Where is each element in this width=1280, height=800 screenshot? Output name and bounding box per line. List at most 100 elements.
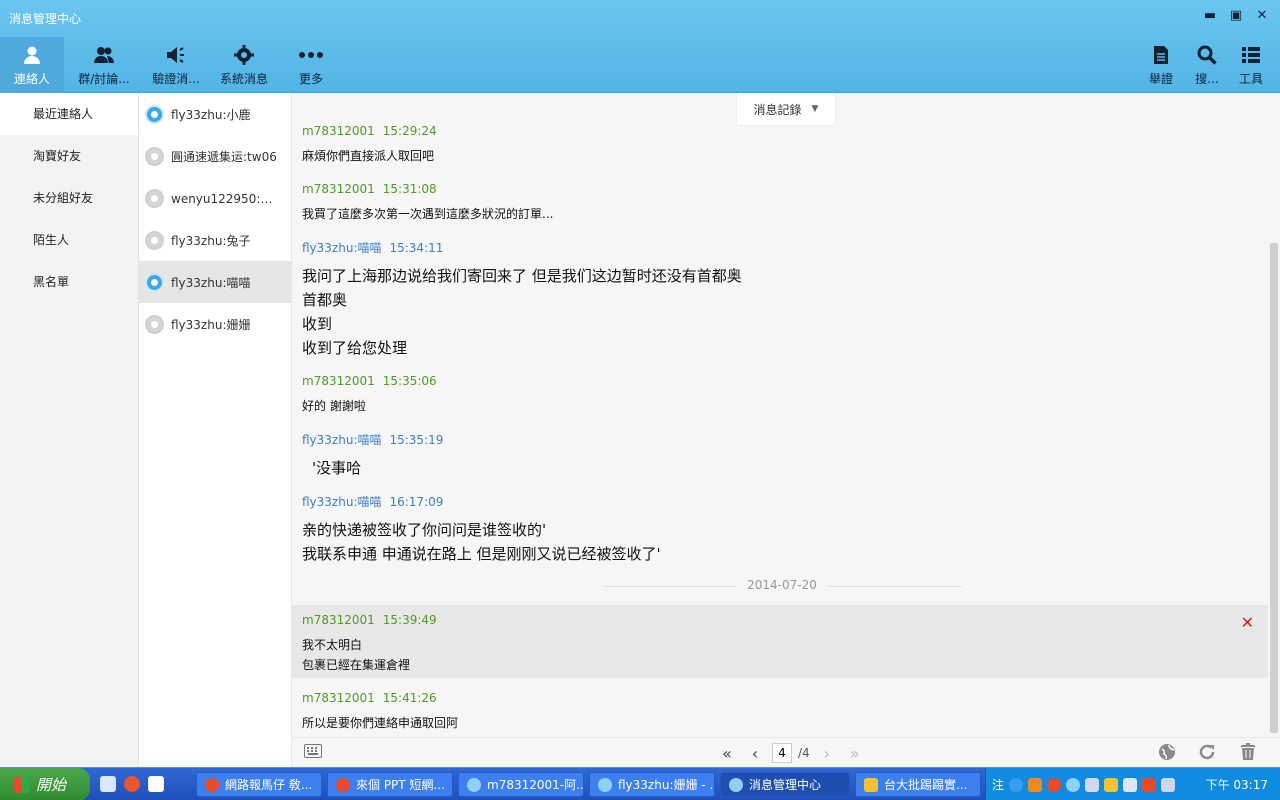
contact-item[interactable]: fly33zhu:姗姗: [139, 303, 291, 345]
nav-item-ungrouped[interactable]: 未分組好友: [0, 177, 138, 219]
nav-item-blacklist[interactable]: 黑名單: [0, 261, 138, 303]
toolbar-label: 工具: [1238, 72, 1263, 86]
taskbar-item[interactable]: 網路報馬仔 敎...: [196, 772, 322, 797]
last-page-icon[interactable]: »: [844, 744, 866, 763]
tray-app-icon[interactable]: [1104, 777, 1119, 792]
contact-item[interactable]: 圓通速遞集运:tw06: [139, 135, 291, 177]
delete-message-icon[interactable]: ✕: [1241, 613, 1254, 632]
paint-icon[interactable]: [148, 776, 164, 792]
scrollbar[interactable]: [1270, 243, 1278, 733]
toolbar-search[interactable]: 搜...: [1188, 44, 1226, 87]
contact-item[interactable]: fly33zhu:小鹿: [139, 93, 291, 135]
next-page-icon[interactable]: ›: [816, 744, 838, 763]
maximize-icon[interactable]: ▣: [1226, 6, 1246, 24]
nav-item-taobao-friends[interactable]: 淘寶好友: [0, 135, 138, 177]
message-sender: fly33zhu:喵喵: [302, 495, 382, 509]
quick-launch: [100, 776, 164, 792]
ime-indicator[interactable]: 注: [992, 776, 1004, 793]
taskbar-item-active[interactable]: 消息管理中心: [720, 772, 850, 797]
first-page-icon[interactable]: «: [716, 744, 738, 763]
history-footer: « ‹ /4 › »: [292, 737, 1280, 767]
refresh-icon[interactable]: [1198, 743, 1216, 765]
contact-item[interactable]: fly33zhu:喵喵: [139, 261, 291, 303]
message-line: 亲的快递被签收了你问问是谁签收的': [302, 521, 547, 539]
tray-app-icon[interactable]: [1047, 777, 1062, 792]
message-meta: m78312001 15:35:06: [302, 374, 1268, 388]
message-sender: fly33zhu:喵喵: [302, 241, 382, 255]
message-sender: m78312001: [302, 124, 375, 138]
toolbar-label: 更多: [298, 72, 323, 86]
toolbar-more[interactable]: 更多: [288, 44, 334, 87]
message-time: 15:41:26: [382, 691, 437, 705]
message-body: 我不太明白 包裹已經在集運倉裡: [302, 635, 1268, 675]
network-icon[interactable]: [1123, 777, 1138, 792]
message-sender: m78312001: [302, 691, 375, 705]
tray-app-icon[interactable]: [1066, 777, 1081, 792]
tray-app-icon[interactable]: [1085, 777, 1100, 792]
message-time: 16:17:09: [389, 495, 444, 509]
desktop-icon[interactable]: [100, 776, 116, 792]
toolbar-tools[interactable]: 工具: [1232, 44, 1270, 87]
tray-app-icon[interactable]: [1142, 777, 1157, 792]
tray-app-icon[interactable]: [1009, 777, 1024, 792]
toolbar-verify[interactable]: 驗證消...: [144, 44, 208, 87]
caret-down-icon: ▼: [811, 104, 819, 114]
message: fly33zhu:喵喵 15:35:19 '没事哈: [292, 431, 1268, 480]
taskbar-item[interactable]: fly33zhu:姗姗 - ...: [589, 772, 715, 797]
message-line: 收到: [302, 315, 333, 333]
taskbar: 開始 網路報馬仔 敎... 來個 PPT 短網... m78312001-阿..…: [0, 767, 1280, 800]
message-body: 亲的快递被签收了你问问是谁签收的' 我联系申通 申通说在路上 但是刚刚又说已经被…: [302, 518, 1268, 566]
message-sender: m78312001: [302, 374, 375, 388]
contact-name: wenyu122950:乖...: [171, 191, 281, 206]
close-icon[interactable]: ✕: [1252, 6, 1272, 24]
title-toolbar: 消息管理中心 ▬ ▣ ✕ 連絡人 群/討論... 驗證消... 系統消息 更多: [0, 0, 1280, 93]
start-button[interactable]: 開始: [0, 768, 90, 800]
taskbar-item[interactable]: 來個 PPT 短網...: [327, 772, 453, 797]
minimize-icon[interactable]: ▬: [1200, 6, 1220, 24]
windows-logo-icon: [14, 776, 30, 793]
record-filter-dropdown[interactable]: 消息記錄 ▼: [736, 93, 836, 126]
globe-icon[interactable]: [1158, 743, 1176, 765]
document-icon: [1142, 44, 1180, 66]
message-sender: m78312001: [302, 613, 375, 627]
aliwangwang-icon: [467, 777, 481, 792]
tray-app-icon[interactable]: [1028, 777, 1043, 792]
toolbar-contacts[interactable]: 連絡人: [0, 37, 64, 93]
message-line: 我不太明白: [302, 638, 363, 652]
nav-item-strangers[interactable]: 陌生人: [0, 219, 138, 261]
avatar-icon: [145, 314, 164, 334]
firefox-icon[interactable]: [124, 776, 140, 792]
toolbar-label: 搜...: [1195, 72, 1219, 86]
volume-icon[interactable]: [1161, 777, 1176, 792]
message-line: 我联系申通 申通说在路上 但是刚刚又说已经被签收了': [302, 545, 661, 563]
toolbar-evidence[interactable]: 舉證: [1142, 44, 1180, 87]
toolbar-groups[interactable]: 群/討論...: [72, 44, 136, 87]
nav-item-recent[interactable]: 最近連絡人: [0, 93, 138, 135]
page-total: /4: [798, 746, 810, 760]
pagination: « ‹ /4 › »: [716, 743, 866, 763]
taskbar-item[interactable]: m78312001-阿...: [458, 772, 584, 797]
contact-item[interactable]: fly33zhu:兔子: [139, 219, 291, 261]
message-line: 麻煩你們直接派人取回吧: [302, 149, 435, 163]
contact-name: fly33zhu:姗姗: [171, 317, 251, 332]
pcman-icon: [864, 777, 878, 792]
contact-list: fly33zhu:小鹿 圓通速遞集运:tw06 wenyu122950:乖...…: [139, 93, 292, 767]
keyboard-icon[interactable]: [304, 743, 322, 762]
aliwangwang-icon: [598, 777, 612, 792]
message-selected[interactable]: m78312001 15:39:49 我不太明白 包裹已經在集運倉裡 ✕: [292, 605, 1268, 678]
trash-icon[interactable]: [1240, 743, 1256, 765]
taskbar-item[interactable]: 台大批踢踢實...: [855, 772, 981, 797]
prev-page-icon[interactable]: ‹: [744, 744, 766, 763]
tools-icon: [1232, 44, 1270, 66]
contact-name: fly33zhu:小鹿: [171, 107, 251, 122]
toolbar-system[interactable]: 系統消息: [212, 44, 276, 87]
message-meta: m78312001 15:41:26: [302, 691, 1268, 705]
message-history: 消息記錄 ▼ m78312001 15:29:24 麻煩你們直接派人取回吧 m78…: [292, 93, 1280, 737]
page-number-input[interactable]: [772, 743, 792, 763]
message-body: 所以是要你們連絡申通取回阿: [302, 713, 1268, 733]
contact-item[interactable]: wenyu122950:乖...: [139, 177, 291, 219]
start-label: 開始: [36, 776, 67, 794]
message-meta: fly33zhu:喵喵 15:35:19: [302, 431, 1268, 448]
search-icon: [1188, 44, 1226, 66]
message-time: 15:31:08: [382, 182, 437, 196]
